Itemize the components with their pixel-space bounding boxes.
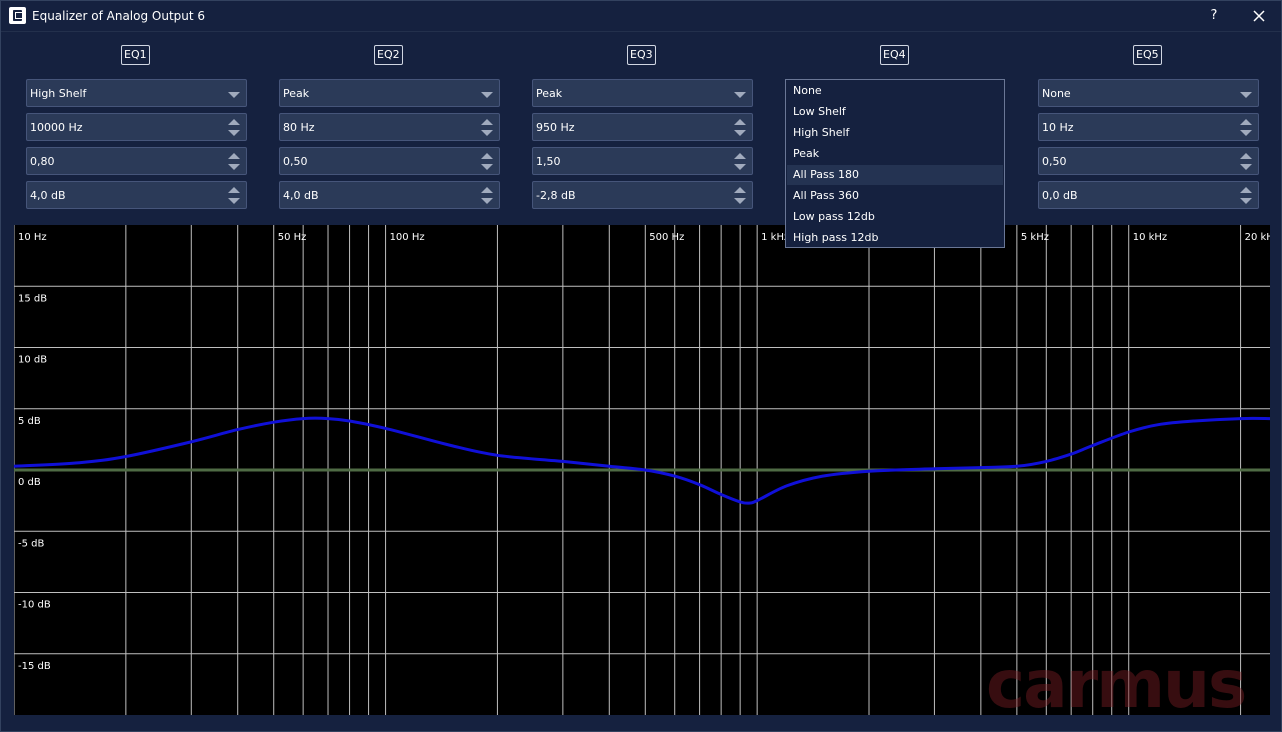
eq5-frequency-value: 10 Hz bbox=[1042, 121, 1074, 134]
eq2-q-value: 0,50 bbox=[283, 155, 308, 168]
spin-down-icon[interactable] bbox=[481, 130, 493, 136]
close-button[interactable] bbox=[1241, 3, 1277, 29]
x-tick-label: 10 Hz bbox=[18, 232, 47, 243]
chevron-down-icon bbox=[481, 92, 493, 98]
y-tick-label: -10 dB bbox=[18, 600, 51, 611]
eq3-gain-value: -2,8 dB bbox=[536, 189, 576, 202]
eq2-frequency-value: 80 Hz bbox=[283, 121, 315, 134]
spin-up-icon[interactable] bbox=[228, 119, 240, 125]
eq1-frequency-value: 10000 Hz bbox=[30, 121, 83, 134]
x-tick-label: 100 Hz bbox=[390, 232, 425, 243]
spin-down-icon[interactable] bbox=[228, 198, 240, 204]
eq1-q-value: 0,80 bbox=[30, 155, 55, 168]
eq4-type-dropdown-list: None Low Shelf High Shelf Peak All Pass … bbox=[785, 79, 1005, 248]
frequency-response-plot: 15 dB 10 dB 5 dB 0 dB -5 dB -10 dB -15 dB 10 Hz… bbox=[14, 225, 1270, 715]
eq1-type-value: High Shelf bbox=[30, 87, 87, 100]
eq1-q-spinbox[interactable]: 0,80 bbox=[26, 147, 247, 175]
eq3-frequency-value: 950 Hz bbox=[536, 121, 575, 134]
x-tick-label: 20 kHz bbox=[1245, 232, 1270, 243]
spin-up-icon[interactable] bbox=[228, 187, 240, 193]
dropdown-option-high-shelf[interactable]: High Shelf bbox=[787, 123, 1003, 143]
eq3-gain-spinbox[interactable]: -2,8 dB bbox=[532, 181, 753, 209]
eq3-type-value: Peak bbox=[536, 87, 563, 100]
eq5-tab[interactable]: EQ5 bbox=[1133, 45, 1162, 65]
window-title: Equalizer of Analog Output 6 bbox=[32, 9, 206, 23]
spin-down-icon[interactable] bbox=[481, 164, 493, 170]
x-tick-label: 10 kHz bbox=[1133, 232, 1167, 243]
x-tick-label: 50 Hz bbox=[278, 232, 307, 243]
equalizer-window: Equalizer of Analog Output 6 ? EQ1 High … bbox=[0, 0, 1282, 732]
help-button[interactable]: ? bbox=[1200, 5, 1228, 27]
carmus-watermark-logo: carmus bbox=[986, 646, 1247, 723]
x-tick-label: 500 Hz bbox=[649, 232, 684, 243]
y-tick-label: 10 dB bbox=[18, 355, 47, 366]
eq3-q-spinbox[interactable]: 1,50 bbox=[532, 147, 753, 175]
dropdown-option-none[interactable]: None bbox=[787, 81, 1003, 101]
spin-down-icon[interactable] bbox=[228, 164, 240, 170]
eq5-type-value: None bbox=[1042, 87, 1071, 100]
eq5-q-spinbox[interactable]: 0,50 bbox=[1038, 147, 1259, 175]
spin-up-icon[interactable] bbox=[481, 153, 493, 159]
spin-up-icon[interactable] bbox=[734, 153, 746, 159]
spin-up-icon[interactable] bbox=[734, 119, 746, 125]
y-tick-label: 15 dB bbox=[18, 293, 47, 304]
eq1-gain-value: 4,0 dB bbox=[30, 189, 66, 202]
eq2-type-value: Peak bbox=[283, 87, 310, 100]
close-icon bbox=[1253, 10, 1265, 22]
app-logo-icon bbox=[9, 7, 26, 24]
eq5-gain-value: 0,0 dB bbox=[1042, 189, 1078, 202]
dropdown-option-all-pass-180[interactable]: All Pass 180 bbox=[787, 165, 1003, 185]
spin-up-icon[interactable] bbox=[1240, 153, 1252, 159]
eq2-q-spinbox[interactable]: 0,50 bbox=[279, 147, 500, 175]
eq1-tab[interactable]: EQ1 bbox=[121, 45, 150, 65]
dropdown-option-low-shelf[interactable]: Low Shelf bbox=[787, 102, 1003, 122]
eq3-tab[interactable]: EQ3 bbox=[627, 45, 656, 65]
frequency-response-chart: 15 dB 10 dB 5 dB 0 dB -5 dB -10 dB -15 dB 10 Hz… bbox=[14, 225, 1270, 715]
eq2-gain-value: 4,0 dB bbox=[283, 189, 319, 202]
x-tick-label: 5 kHz bbox=[1021, 232, 1049, 243]
eq3-frequency-spinbox[interactable]: 950 Hz bbox=[532, 113, 753, 141]
eq2-type-select[interactable]: Peak bbox=[279, 79, 500, 107]
eq3-type-select[interactable]: Peak bbox=[532, 79, 753, 107]
spin-down-icon[interactable] bbox=[481, 198, 493, 204]
spin-down-icon[interactable] bbox=[1240, 130, 1252, 136]
spin-down-icon[interactable] bbox=[734, 164, 746, 170]
eq5-frequency-spinbox[interactable]: 10 Hz bbox=[1038, 113, 1259, 141]
spin-up-icon[interactable] bbox=[1240, 119, 1252, 125]
eq5-gain-spinbox[interactable]: 0,0 dB bbox=[1038, 181, 1259, 209]
eq5-type-select[interactable]: None bbox=[1038, 79, 1259, 107]
title-bar: Equalizer of Analog Output 6 ? bbox=[1, 1, 1281, 32]
eq2-gain-spinbox[interactable]: 4,0 dB bbox=[279, 181, 500, 209]
dropdown-option-peak[interactable]: Peak bbox=[787, 144, 1003, 164]
eq1-frequency-spinbox[interactable]: 10000 Hz bbox=[26, 113, 247, 141]
y-tick-label: -15 dB bbox=[18, 661, 51, 672]
eq5-q-value: 0,50 bbox=[1042, 155, 1067, 168]
chevron-down-icon bbox=[1240, 92, 1252, 98]
y-tick-label: 5 dB bbox=[18, 416, 41, 427]
chevron-down-icon bbox=[228, 92, 240, 98]
spin-up-icon[interactable] bbox=[734, 187, 746, 193]
eq3-q-value: 1,50 bbox=[536, 155, 561, 168]
spin-up-icon[interactable] bbox=[1240, 187, 1252, 193]
eq2-frequency-spinbox[interactable]: 80 Hz bbox=[279, 113, 500, 141]
spin-down-icon[interactable] bbox=[1240, 164, 1252, 170]
spin-up-icon[interactable] bbox=[228, 153, 240, 159]
y-tick-label: -5 dB bbox=[18, 538, 44, 549]
spin-up-icon[interactable] bbox=[481, 187, 493, 193]
eq2-tab[interactable]: EQ2 bbox=[374, 45, 403, 65]
dropdown-option-all-pass-360[interactable]: All Pass 360 bbox=[787, 186, 1003, 206]
dropdown-option-low-pass-12db[interactable]: Low pass 12db bbox=[787, 207, 1003, 227]
chevron-down-icon bbox=[734, 92, 746, 98]
y-tick-label: 0 dB bbox=[18, 477, 41, 488]
spin-up-icon[interactable] bbox=[481, 119, 493, 125]
eq1-gain-spinbox[interactable]: 4,0 dB bbox=[26, 181, 247, 209]
eq1-type-select[interactable]: High Shelf bbox=[26, 79, 247, 107]
spin-down-icon[interactable] bbox=[734, 198, 746, 204]
dropdown-option-high-pass-12db[interactable]: High pass 12db bbox=[787, 228, 1003, 248]
spin-down-icon[interactable] bbox=[1240, 198, 1252, 204]
spin-down-icon[interactable] bbox=[228, 130, 240, 136]
response-curve-line bbox=[14, 416, 1270, 505]
eq4-tab[interactable]: EQ4 bbox=[880, 45, 909, 65]
spin-down-icon[interactable] bbox=[734, 130, 746, 136]
